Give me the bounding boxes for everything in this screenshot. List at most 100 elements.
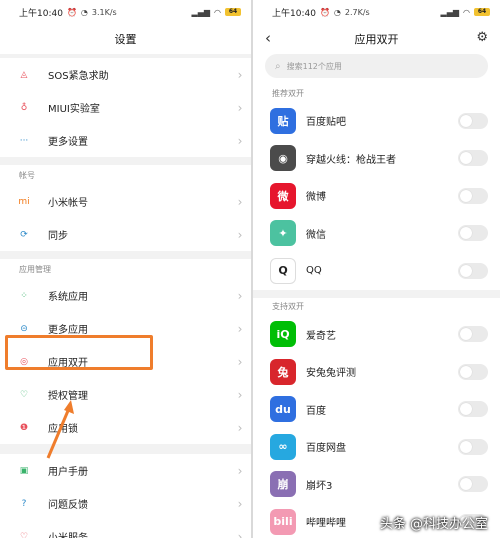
app-row: ◉ 穿越火线：枪战王者 [253,140,500,178]
settings-row-label: 小米服务 [48,529,229,538]
more-apps-icon: ⊝ [20,323,28,334]
app-row: ✦ 微信 [253,215,500,253]
dual-app-toggle[interactable] [458,187,488,204]
app-row: Q QQ [253,252,500,290]
status-bar: 上午10:40 ⏰ ◔ 3.1K/s ▂▄▆ ◠ 64 [0,0,251,24]
section-header-apps: 应用管理 [0,259,251,279]
chevron-right-icon: › [237,67,243,82]
chevron-right-icon: › [237,463,243,478]
chevron-right-icon: › [237,100,243,115]
crossfire-icon: ◉ [270,145,296,172]
battery-icon: 64 [225,8,241,16]
settings-screen: 上午10:40 ⏰ ◔ 3.1K/s ▂▄▆ ◠ 64 设置 ◬ SOS紧急求助 ›… [0,0,251,538]
chevron-right-icon: › [237,288,243,303]
app-name: QQ [306,265,322,277]
settings-row-label: 应用双开 [48,358,88,369]
settings-row-label: 问题反馈 [48,500,88,511]
alarm-icon: ⏰ [66,7,77,17]
signal-icon: ▂▄▆ [440,7,460,17]
settings-row-label: 更多应用 [48,325,88,336]
dual-apps-screen: 上午10:40 ⏰ ◔ 2.7K/s ▂▄▆ ◠ 64 ‹ 应用双开 ⚙ ⌕ 搜… [253,0,500,538]
page-header: 设置 [0,24,251,54]
mute-icon: ◔ [80,7,88,17]
status-time: 上午10:40 [272,8,316,19]
qq-icon: Q [270,257,296,284]
settings-row-flask[interactable]: ♁ MIUI实验室 › [0,91,251,124]
settings-row-book[interactable]: ▣ 用户手册 › [0,454,251,487]
dual-app-toggle[interactable] [458,225,488,242]
dual-app-toggle[interactable] [458,112,488,129]
weibo-icon: 微 [270,182,296,209]
baidu-pan-icon: ∞ [270,433,296,460]
settings-row-label: 同步 [48,231,68,242]
screenshot-stage: 上午10:40 ⏰ ◔ 3.1K/s ▂▄▆ ◠ 64 设置 ◬ SOS紧急求助 ›… [0,0,500,538]
shield-icon: ♡ [19,389,29,400]
settings-row-grid[interactable]: ⁘ 系统应用 › [0,279,251,312]
dual-app-toggle[interactable] [458,363,488,380]
feedback-icon: ? [21,498,27,509]
settings-row-more-apps[interactable]: ⊝ 更多应用 › [0,312,251,345]
chevron-right-icon: › [237,133,243,148]
dual-app-toggle[interactable] [458,150,488,167]
search-icon: ⌕ [275,60,281,72]
settings-row-more-dots[interactable]: ··· 更多设置 › [0,124,251,157]
settings-row-dual-app[interactable]: ◎ 应用双开 › [0,345,251,378]
alarm-icon: ⏰ [319,7,330,17]
chevron-right-icon: › [237,194,243,209]
dual-app-toggle[interactable] [458,262,488,279]
page-header: ‹ 应用双开 ⚙ [253,24,500,54]
chevron-right-icon: › [237,227,243,242]
settings-row-label: 系统应用 [48,292,88,303]
status-time: 上午10:40 [19,8,63,19]
chevron-right-icon: › [237,387,243,402]
network-speed: 3.1K/s [91,7,117,17]
settings-row-shield[interactable]: ♡ 授权管理 › [0,378,251,411]
search-placeholder: 搜索112个应用 [286,61,342,71]
bilibili-icon: bili [270,508,296,535]
section-header-account: 帐号 [0,165,251,185]
chevron-right-icon: › [237,321,243,336]
app-name: 穿越火线：枪战王者 [306,154,396,166]
settings-row-heart[interactable]: ♡ 小米服务 › [0,520,251,538]
dual-app-toggle[interactable] [458,438,488,455]
divider [0,444,251,454]
settings-row-sos[interactable]: ◬ SOS紧急求助 › [0,58,251,91]
battery-icon: 64 [474,8,490,16]
app-row: 微微博 [253,177,500,215]
settings-row-label: 用户手册 [48,467,88,478]
settings-row-mi[interactable]: mi 小米帐号 › [0,185,251,218]
dual-app-toggle[interactable] [458,401,488,418]
app-name: 崩坏3 [306,480,333,492]
app-name: 百度 [306,405,326,417]
tieba-icon: 贴 [270,107,296,134]
more-dots-icon: ··· [19,135,29,146]
flask-icon: ♁ [20,102,28,113]
chevron-right-icon: › [237,420,243,435]
app-row: 贴百度贴吧 [253,102,500,140]
lock-icon: ❶ [19,422,29,433]
settings-row-label: MIUI实验室 [48,104,100,115]
sos-icon: ◬ [20,69,28,80]
settings-row-sync[interactable]: ⟳ 同步 › [0,218,251,251]
app-row: iQ 爱奇艺 [253,316,500,354]
app-name: 百度网盘 [306,443,346,455]
app-name: 百度贴吧 [306,117,346,129]
section-header-supported: 支持双开 [253,297,500,316]
divider [253,289,500,298]
iqiyi-icon: iQ [270,321,296,348]
dual-app-toggle[interactable] [458,326,488,343]
settings-row-feedback[interactable]: ? 问题反馈 › [0,487,251,520]
search-input[interactable]: ⌕ 搜索112个应用 [265,54,488,78]
baidu-icon: du [270,396,296,423]
gear-icon[interactable]: ⚙ [476,30,488,45]
app-name: 爱奇艺 [306,330,336,342]
dual-app-toggle[interactable] [458,476,488,493]
app-name: 微信 [306,229,326,241]
back-arrow-icon[interactable]: ‹ [265,29,271,47]
chevron-right-icon: › [237,496,243,511]
app-row: ∞ 百度网盘 [253,428,500,466]
settings-row-label: 小米帐号 [48,198,88,209]
settings-row-label: 授权管理 [48,391,88,402]
wifi-icon: ◠ [463,7,470,17]
settings-row-lock[interactable]: ❶ 应用锁 › [0,411,251,444]
